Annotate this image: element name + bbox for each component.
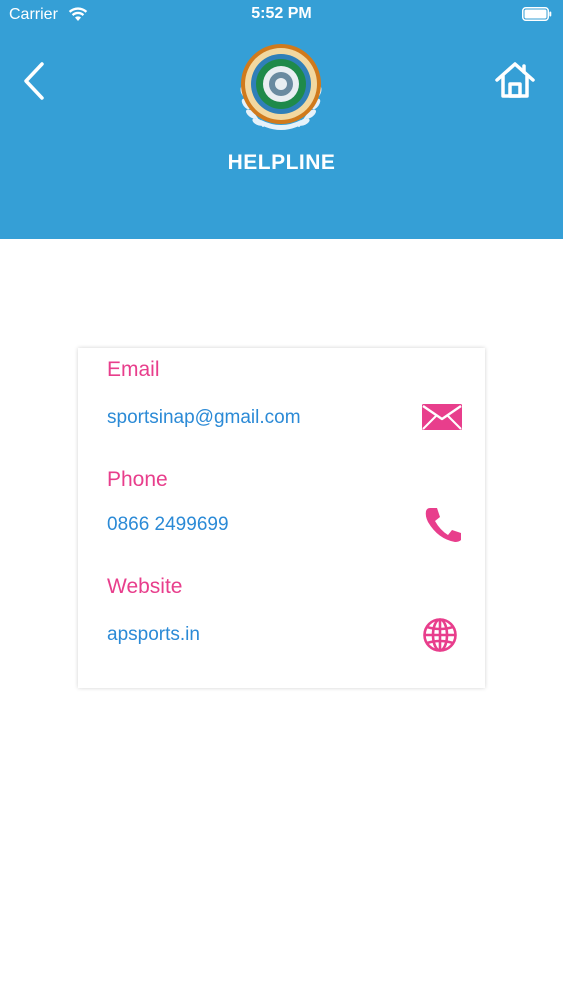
status-bar: Carrier 5:52 PM (0, 0, 563, 30)
envelope-icon[interactable] (422, 404, 462, 430)
chevron-left-icon (24, 62, 44, 100)
website-label: Website (107, 575, 183, 598)
status-time: 5:52 PM (251, 5, 312, 22)
battery-icon (522, 7, 552, 21)
phone-value[interactable]: 0866 2499699 (107, 514, 229, 536)
email-value[interactable]: sportsinap@gmail.com (107, 407, 301, 429)
logo-emblem (240, 44, 322, 130)
website-value[interactable]: apsports.in (107, 624, 200, 646)
phone-label: Phone (107, 468, 168, 491)
home-button[interactable] (494, 60, 536, 100)
globe-icon[interactable] (422, 617, 458, 653)
home-icon (495, 62, 535, 98)
back-button[interactable] (18, 60, 54, 102)
page-title: HELPLINE (227, 151, 336, 174)
phone-icon[interactable] (422, 506, 462, 542)
contact-card: Email sportsinap@gmail.com Phone 0866 24… (78, 348, 485, 688)
email-label: Email (107, 358, 160, 381)
header-bar: Carrier 5:52 PM HELPLINE (0, 0, 563, 239)
